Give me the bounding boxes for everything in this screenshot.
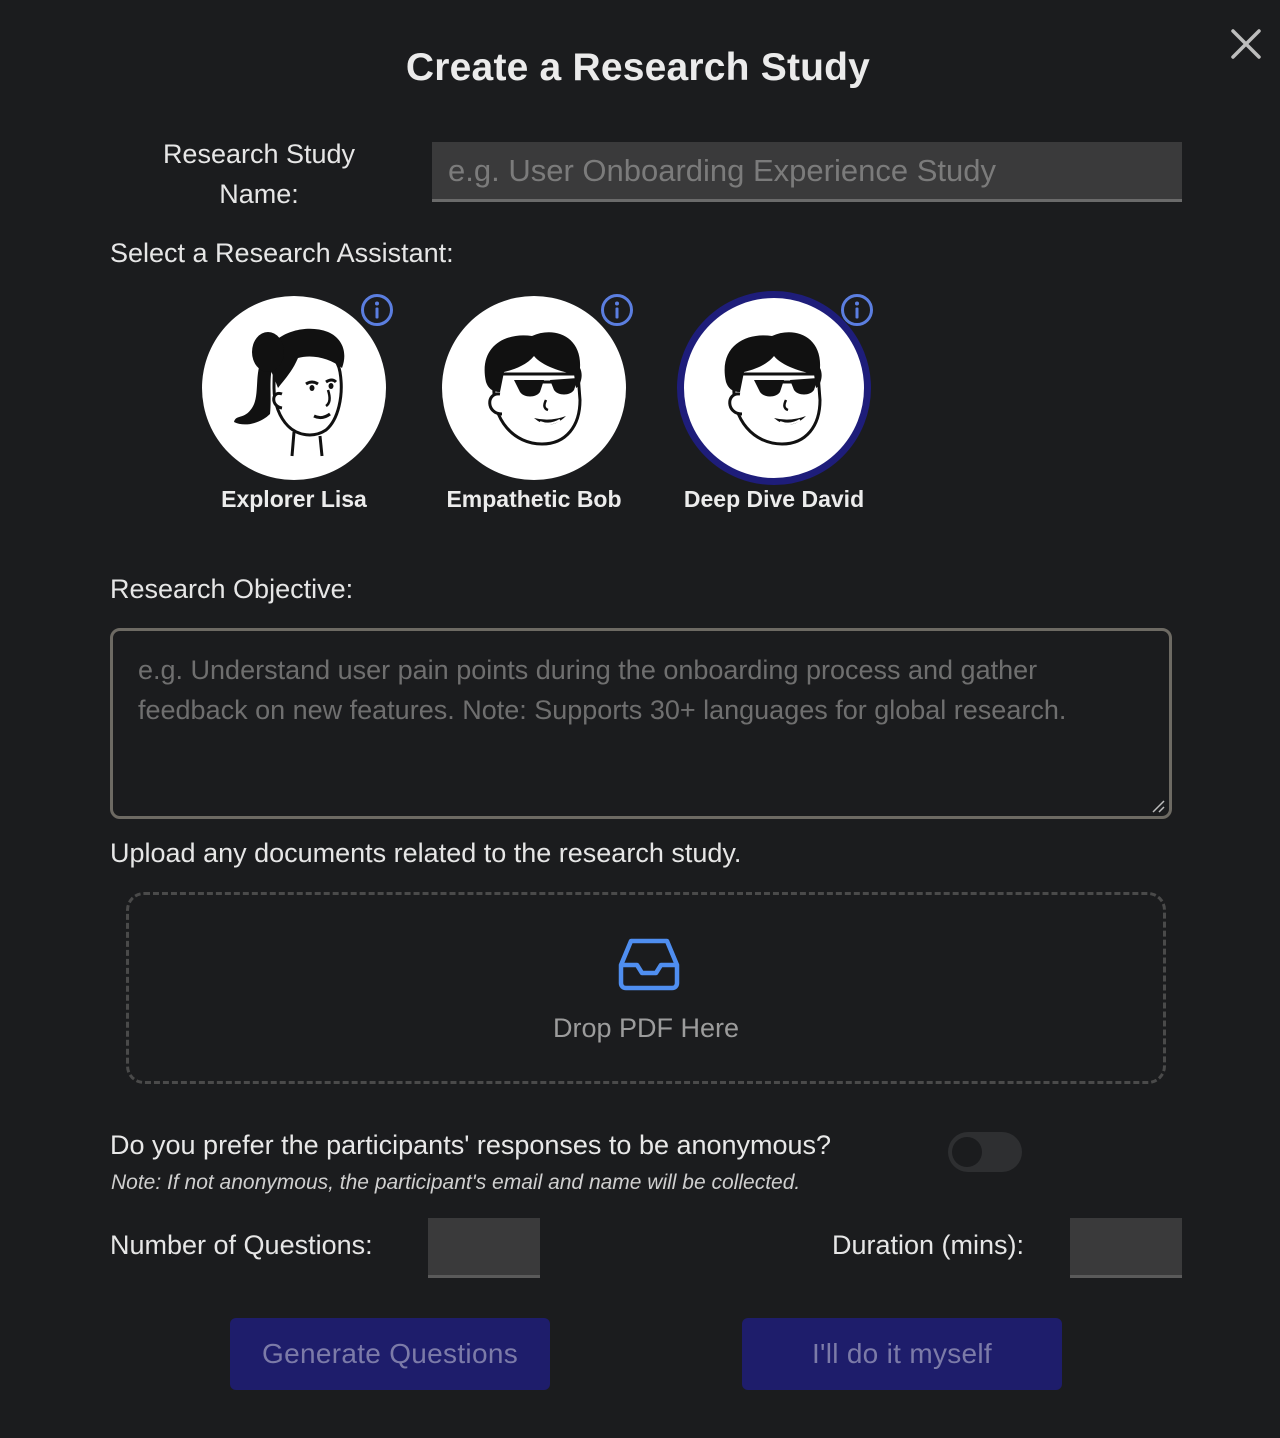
info-icon[interactable] (840, 293, 874, 327)
inbox-tray-icon (618, 938, 680, 991)
objective-textarea[interactable] (110, 628, 1172, 819)
do-it-myself-button[interactable]: I'll do it myself (742, 1318, 1062, 1390)
anonymous-question: Do you prefer the participants' response… (110, 1130, 832, 1160)
woman-avatar (202, 296, 386, 480)
toggle-knob (952, 1137, 982, 1167)
resize-grip-icon[interactable] (1150, 798, 1166, 814)
assistant-option-empathetic-bob[interactable]: Empathetic Bob (434, 293, 634, 526)
duration-input[interactable] (1070, 1218, 1182, 1278)
dialog-title: Create a Research Study (405, 46, 871, 89)
dropzone-text: Drop PDF Here (552, 1013, 740, 1043)
info-icon[interactable] (600, 293, 634, 327)
info-icon[interactable] (360, 293, 394, 327)
study-name-label: Research Study Name: (162, 139, 356, 209)
assistant-option-deep-dive-david[interactable]: Deep Dive David (674, 291, 874, 526)
anonymous-toggle[interactable] (948, 1132, 1022, 1172)
anonymous-note: Note: If not anonymous, the participant'… (111, 1171, 801, 1194)
questions-count-label: Number of Questions: (110, 1230, 373, 1260)
questions-count-input[interactable] (428, 1218, 540, 1278)
objective-label: Research Objective: (110, 574, 354, 604)
assistant-option-explorer-lisa[interactable]: Explorer Lisa (194, 293, 394, 526)
duration-label: Duration (mins): (832, 1230, 1025, 1260)
study-name-input[interactable] (432, 142, 1182, 202)
assistant-name: Deep Dive David (683, 486, 865, 512)
generate-questions-button[interactable]: Generate Questions (230, 1318, 550, 1390)
assistant-section-label: Select a Research Assistant: (110, 238, 454, 268)
upload-label: Upload any documents related to the rese… (110, 838, 742, 868)
create-study-dialog: Create a Research Study Research Study N… (0, 0, 1280, 1438)
assistant-name: Explorer Lisa (221, 486, 367, 512)
assistant-name: Empathetic Bob (446, 486, 622, 512)
pdf-dropzone[interactable]: Drop PDF Here (126, 892, 1166, 1084)
man-sunglasses-avatar (442, 296, 626, 480)
